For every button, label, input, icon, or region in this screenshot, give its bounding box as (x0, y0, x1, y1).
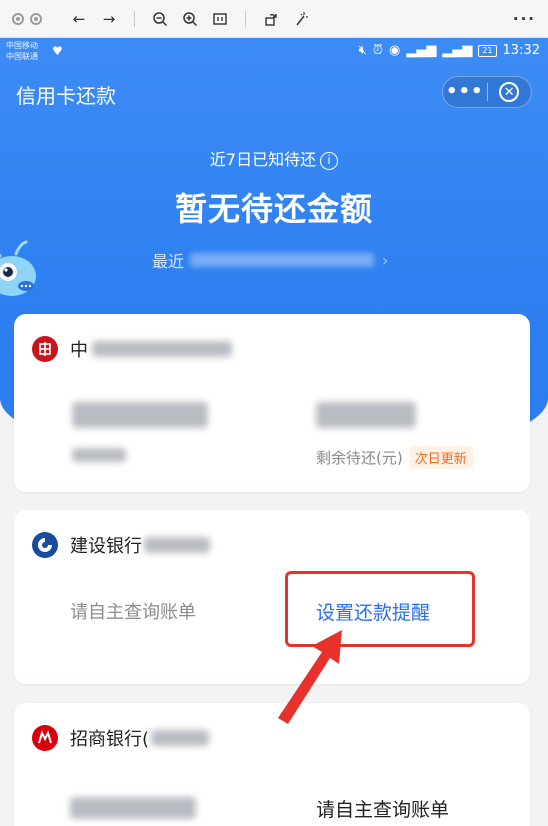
chevron-right-icon: › (382, 250, 389, 270)
query-bill-text: 请自主查询账单 (70, 602, 196, 623)
ccb-bank-logo-icon (32, 532, 58, 558)
redacted-card-number (151, 730, 210, 746)
mascot-icon (0, 238, 40, 298)
mini-program-nav: 信用卡还款 ••• ✕ (0, 66, 548, 118)
capsule-menu: ••• ✕ (442, 76, 532, 108)
carrier-1: 中国移动 (6, 41, 38, 50)
status-time: 13:32 (502, 43, 540, 58)
minimize-window-icon[interactable] (30, 12, 42, 25)
redacted-due-date (70, 797, 196, 819)
due-label-text: 近7日已知待还 (209, 150, 317, 169)
bank-header: 招商银行( (32, 725, 210, 751)
forward-arrow-icon[interactable]: → (94, 4, 124, 34)
mute-icon: 🔇︎ (358, 43, 367, 58)
bank-name: 招商银行( (70, 729, 150, 750)
credit-card-item-citic[interactable]: 中 剩余待还(元) 次日更新 (14, 314, 530, 492)
due-amount: 暂无待还金额 (174, 190, 373, 228)
next-day-update-tag: 次日更新 (408, 446, 473, 469)
close-icon: ✕ (499, 82, 520, 102)
remaining-label: 剩余待还(元) (316, 449, 403, 467)
due-summary-label: 近7日已知待还 i (0, 146, 548, 170)
zoom-out-icon[interactable] (145, 4, 175, 34)
zoom-in-icon[interactable] (175, 4, 205, 34)
health-heart-icon: ♥ (52, 44, 63, 58)
citic-bank-logo-icon (32, 336, 58, 362)
viewer-more-icon[interactable]: ··· (513, 10, 536, 28)
back-arrow-icon[interactable]: ← (64, 4, 94, 34)
redacted-card-number (92, 341, 232, 357)
annotation-highlight-box (285, 571, 475, 647)
rotate-icon[interactable] (256, 4, 286, 34)
carrier-label: 中国移动 中国联通 (6, 40, 38, 62)
query-bill-text: 请自主查询账单 (316, 799, 450, 821)
redacted-recent-info (190, 253, 375, 267)
remaining-label-row: 剩余待还(元) 次日更新 (316, 446, 473, 469)
status-icons: 🔇︎ ⏰︎ ◉ ▂▄▆ ▂▄▆ 21 13:32 (359, 43, 540, 58)
redacted-due-label (72, 448, 126, 462)
alarm-icon: ⏰︎ (372, 43, 383, 58)
more-menu-button[interactable]: ••• (443, 77, 487, 107)
recent-label: 最近 (152, 252, 185, 271)
status-bar: 中国移动 中国联通 ♥ 🔇︎ ⏰︎ ◉ ▂▄▆ ▂▄▆ 21 13:32 (0, 38, 548, 66)
bank-header: 建设银行 (32, 532, 210, 558)
info-icon[interactable]: i (320, 152, 339, 170)
redacted-card-number (144, 537, 210, 553)
viewer-toolbar: ← → ··· (0, 0, 548, 38)
fit-icon[interactable] (205, 4, 235, 34)
credit-card-item-cmb[interactable]: 招商银行( 请自主查询账单 (14, 703, 530, 826)
bank-header: 中 (32, 336, 232, 362)
battery-icon: 21 (478, 44, 497, 57)
carrier-2: 中国联通 (6, 52, 38, 61)
recent-repayment-link[interactable]: 最近 › (152, 248, 388, 272)
close-window-icon[interactable] (12, 12, 24, 25)
close-button[interactable]: ✕ (487, 82, 531, 102)
eye-icon: ◉ (389, 43, 401, 58)
bank-name: 建设银行 (70, 536, 142, 557)
redacted-remaining-amount (316, 402, 416, 428)
bank-name: 中 (70, 340, 88, 361)
redacted-due-date (72, 402, 208, 428)
magic-wand-icon[interactable] (286, 4, 316, 34)
page-title: 信用卡还款 (16, 84, 116, 108)
divider (134, 10, 135, 27)
signal-icon-2: ▂▄▆ (442, 43, 473, 58)
cmb-bank-logo-icon (32, 725, 58, 751)
divider (245, 10, 246, 27)
signal-icon: ▂▄▆ (406, 43, 437, 58)
